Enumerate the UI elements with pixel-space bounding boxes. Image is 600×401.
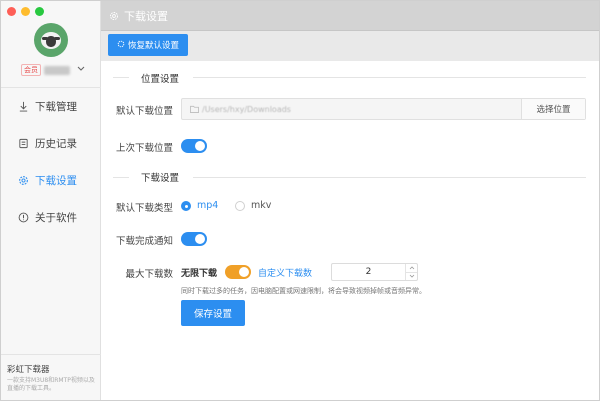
last-location-label: 上次下载位置 [115, 143, 173, 154]
section-divider [193, 77, 586, 78]
default-location-label: 默认下载位置 [115, 106, 173, 117]
sidebar-item-label: 历史记录 [35, 138, 77, 150]
max-downloads-toggle[interactable] [225, 265, 251, 279]
refresh-icon [117, 40, 125, 50]
info-icon [17, 212, 29, 224]
save-settings-button[interactable]: 保存设置 [181, 300, 245, 326]
download-icon [17, 101, 29, 113]
max-downloads-label: 最大下载数 [125, 269, 173, 280]
section-divider [193, 177, 586, 178]
sidebar-item-label: 下载设置 [35, 175, 77, 187]
section-divider [113, 177, 129, 178]
download-path-value: /Users/hxy/Downloads [202, 104, 291, 114]
sidebar-item-label: 下载管理 [35, 101, 77, 113]
download-type-label: 默认下载类型 [115, 203, 173, 214]
stepper-down-icon[interactable] [406, 271, 417, 281]
app-name: 彩虹下载器 [7, 365, 50, 375]
location-section-title: 位置设置 [141, 74, 180, 85]
sidebar: 会员 •••• 下载管理 历史记录 [1, 1, 101, 400]
toolbar: 恢复默认设置 [101, 31, 599, 61]
close-window-button[interactable] [7, 7, 16, 16]
sidebar-item-download-settings[interactable]: 下载设置 [1, 162, 101, 199]
avatar[interactable] [34, 23, 68, 57]
radio-mp4[interactable]: mp4 [181, 200, 218, 211]
sidebar-item-label: 关于软件 [35, 212, 77, 224]
user-menu[interactable]: 会员 •••• [21, 64, 85, 76]
max-downloads-value[interactable]: 2 [332, 264, 405, 280]
username: •••• [44, 65, 70, 75]
max-downloads-stepper[interactable]: 2 [331, 263, 418, 281]
notify-toggle[interactable] [181, 232, 207, 246]
notify-label: 下载完成通知 [115, 236, 173, 247]
sidebar-item-download-manager[interactable]: 下载管理 [1, 88, 101, 125]
gear-icon [109, 11, 119, 21]
folder-icon [186, 105, 202, 113]
choose-location-button[interactable]: 选择位置 [521, 99, 585, 119]
minimize-window-button[interactable] [21, 7, 30, 16]
page-title: 下载设置 [124, 9, 168, 23]
app-window: 会员 •••• 下载管理 历史记录 [0, 0, 600, 401]
window-controls [7, 7, 44, 16]
sheep-head [46, 36, 56, 47]
custom-downloads-label[interactable]: 自定义下载数 [258, 266, 312, 279]
sidebar-item-history[interactable]: 历史记录 [1, 125, 101, 162]
radio-circle [181, 200, 191, 211]
reset-defaults-label: 恢复默认设置 [127, 40, 179, 50]
app-description: 一款支持M3U8和RMTP视频以及直播的下载工具。 [7, 377, 95, 392]
stepper-up-icon[interactable] [406, 264, 417, 272]
stepper-arrows [405, 264, 417, 280]
sidebar-item-about[interactable]: 关于软件 [1, 199, 101, 236]
radio-mkv[interactable]: mkv [235, 200, 271, 211]
title-bar: 下载设置 [101, 1, 599, 31]
download-section-title: 下载设置 [141, 173, 180, 184]
last-location-toggle[interactable] [181, 139, 207, 153]
chevron-down-icon[interactable] [77, 65, 85, 75]
settings-icon [17, 175, 29, 187]
section-divider [113, 77, 129, 78]
radio-label: mp4 [197, 200, 219, 211]
sidebar-nav: 下载管理 历史记录 下载设置 关于软件 [1, 87, 101, 236]
unlimited-label[interactable]: 无限下载 [181, 266, 217, 279]
reset-defaults-button[interactable]: 恢复默认设置 [108, 34, 188, 56]
vip-badge: 会员 [21, 64, 41, 76]
sidebar-footer: 彩虹下载器 一款支持M3U8和RMTP视频以及直播的下载工具。 [1, 354, 101, 400]
history-icon [17, 138, 29, 150]
radio-circle [235, 200, 245, 211]
download-path-field[interactable]: /Users/hxy/Downloads 选择位置 [181, 98, 586, 120]
max-downloads-hint: 同时下载过多的任务，因电脑配置或网速限制，将会导致视频掉帧或音频异常。 [181, 287, 426, 295]
zoom-window-button[interactable] [35, 7, 44, 16]
radio-label: mkv [251, 200, 272, 211]
